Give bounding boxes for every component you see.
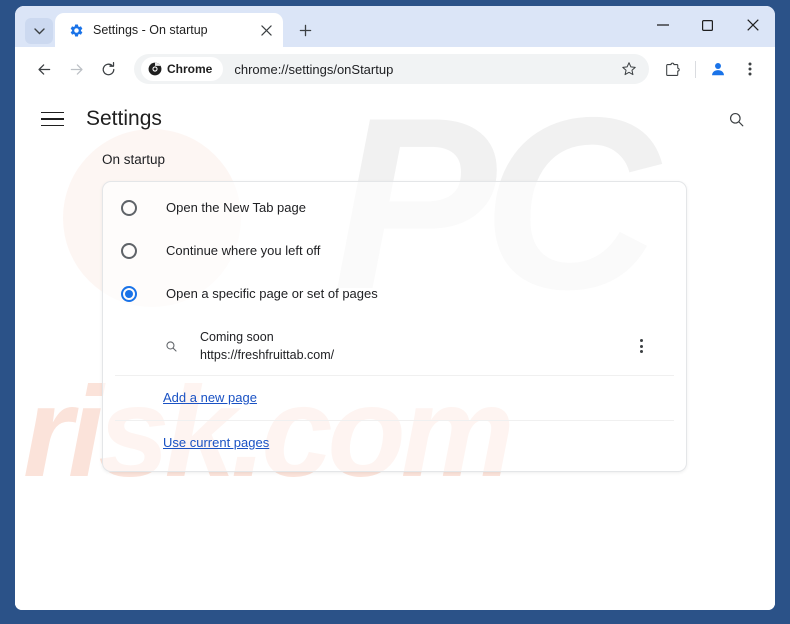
browser-menu-button[interactable]	[735, 54, 765, 84]
radio-button-selected[interactable]	[121, 285, 137, 302]
forward-button[interactable]	[61, 54, 91, 84]
search-icon	[729, 112, 743, 126]
address-bar[interactable]: Chrome chrome://settings/onStartup	[134, 54, 649, 84]
reload-button[interactable]	[93, 54, 123, 84]
window-controls	[640, 6, 775, 44]
star-icon	[622, 62, 636, 76]
profile-avatar-icon	[712, 63, 724, 76]
section-heading: On startup	[102, 152, 166, 167]
settings-page: PC risk.com Settings On startup	[15, 91, 775, 610]
new-tab-button[interactable]	[291, 16, 319, 44]
on-startup-section: On startup Open the New Tab page Continu…	[15, 147, 775, 473]
main-menu-button[interactable]	[41, 108, 65, 130]
page-title: Settings	[86, 107, 162, 130]
tab-settings[interactable]: Settings - On startup	[55, 13, 283, 47]
menu-dot	[639, 350, 643, 354]
add-new-page-link[interactable]: Add a new page	[163, 390, 257, 405]
maximize-button[interactable]	[685, 6, 730, 44]
startup-page-menu-button[interactable]	[628, 333, 654, 359]
chrome-logo-icon	[148, 62, 162, 76]
settings-search-button[interactable]	[719, 102, 753, 136]
close-icon	[260, 24, 272, 36]
tab-title: Settings - On startup	[93, 23, 208, 37]
plus-icon	[299, 24, 311, 36]
tab-strip: Settings - On startup	[15, 6, 775, 47]
puzzle-piece-icon	[665, 62, 680, 76]
address-bar-url: chrome://settings/onStartup	[234, 61, 394, 77]
browser-window-frame: Settings - On startup Chrome chrome://se…	[0, 0, 790, 624]
use-current-pages-row: Use current pages	[115, 421, 674, 465]
back-button[interactable]	[29, 54, 59, 84]
add-new-page-row: Add a new page	[115, 376, 674, 422]
radio-label: Open the New Tab page	[166, 200, 306, 215]
search-icon	[163, 338, 179, 354]
browser-window: Settings - On startup Chrome chrome://se…	[15, 6, 775, 610]
startup-options-card: Open the New Tab page Continue where you…	[102, 181, 687, 473]
tab-close-button[interactable]	[257, 21, 275, 39]
gear-icon	[68, 22, 84, 38]
close-button[interactable]	[730, 6, 775, 44]
forward-arrow-icon	[70, 63, 83, 75]
hamburger-line	[41, 118, 64, 120]
close-icon	[746, 19, 759, 31]
startup-page-text: Coming soon https://freshfruittab.com/	[200, 328, 628, 364]
radio-open-specific-pages[interactable]: Open a specific page or set of pages	[103, 272, 686, 315]
use-current-pages-link[interactable]: Use current pages	[163, 435, 269, 450]
profile-button[interactable]	[703, 54, 733, 84]
browser-toolbar: Chrome chrome://settings/onStartup	[15, 47, 775, 91]
radio-continue-where-left-off[interactable]: Continue where you left off	[103, 229, 686, 272]
startup-page-url: https://freshfruittab.com/	[200, 348, 335, 363]
minimize-button[interactable]	[640, 6, 685, 44]
bookmark-star-button[interactable]	[616, 56, 642, 82]
tab-search-button[interactable]	[25, 18, 53, 44]
chrome-chip-label: Chrome	[167, 62, 213, 76]
back-arrow-icon	[37, 63, 50, 75]
three-dot-menu-icon	[748, 62, 752, 76]
settings-header: Settings	[15, 91, 775, 147]
radio-label: Open a specific page or set of pages	[166, 286, 378, 301]
menu-dot	[639, 344, 643, 348]
chevron-down-icon	[33, 27, 45, 34]
extensions-button[interactable]	[658, 54, 688, 84]
radio-open-new-tab-page[interactable]: Open the New Tab page	[103, 186, 686, 229]
radio-button[interactable]	[121, 242, 137, 259]
minimize-icon	[656, 24, 669, 26]
radio-label: Continue where you left off	[166, 243, 321, 258]
startup-page-title: Coming soon	[200, 330, 274, 344]
radio-button[interactable]	[121, 199, 137, 216]
startup-page-row[interactable]: Coming soon https://freshfruittab.com/	[115, 319, 674, 377]
menu-dot	[639, 339, 643, 343]
maximize-icon	[702, 19, 713, 31]
chrome-origin-chip: Chrome	[141, 57, 224, 81]
reload-icon	[102, 61, 114, 75]
hamburger-line	[41, 111, 64, 114]
hamburger-line	[41, 124, 64, 127]
toolbar-divider	[695, 60, 696, 78]
